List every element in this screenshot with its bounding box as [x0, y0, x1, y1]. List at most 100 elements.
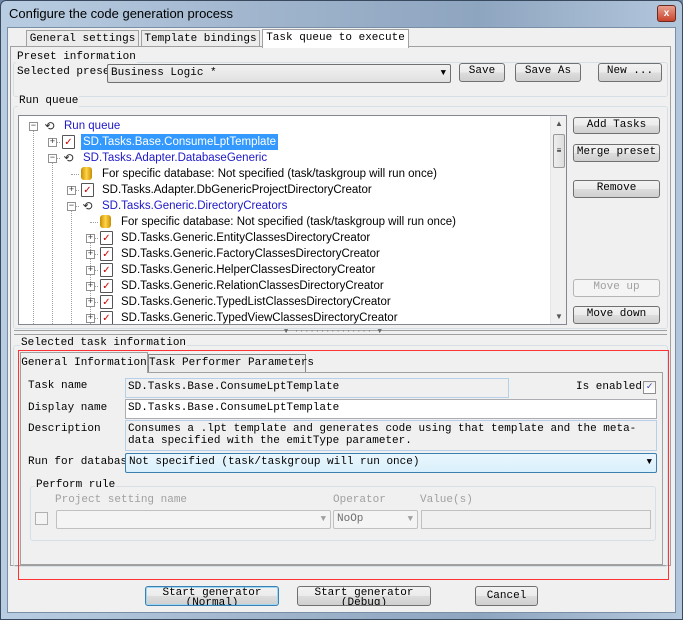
chevron-down-icon: ▼ — [407, 514, 413, 524]
tree-item-label: SD.Tasks.Base.ConsumeLptTemplate — [81, 134, 279, 150]
task-icon: ✓ — [100, 263, 113, 277]
tree-connector — [71, 174, 79, 175]
tree-item[interactable]: + ✓ SD.Tasks.Generic.FactoryClassesDirecto… — [19, 246, 549, 262]
tree-item[interactable]: + ✓ SD.Tasks.Generic.HelperClassesDirector… — [19, 262, 549, 278]
window-title: Configure the code generation process — [9, 6, 234, 21]
expand-icon[interactable]: + — [86, 282, 95, 291]
expand-icon[interactable]: + — [86, 314, 95, 323]
is-enabled-label: Is enabled — [576, 381, 643, 393]
tree-item-label: SD.Tasks.Generic.EntityClassesDirectoryC… — [121, 232, 371, 244]
start-generator-normal-button[interactable]: Start generator (Normal) — [145, 586, 279, 606]
tree-item[interactable]: − ⟲ SD.Tasks.Generic.DirectoryCreators — [19, 198, 549, 214]
task-icon: ✓ — [81, 183, 94, 197]
tree-item[interactable]: + ✓ SD.Tasks.Generic.RelationClassesDirect… — [19, 278, 549, 294]
run-queue-tree[interactable]: − ⟲ Run queue + ✓ SD.Tasks.Base.ConsumeLptTem… — [18, 115, 567, 325]
is-enabled-checkbox[interactable]: ✓ — [643, 381, 656, 394]
taskgroup-icon: ⟲ — [82, 199, 93, 213]
expand-icon[interactable]: + — [48, 138, 57, 147]
tab-task-performer-parameters[interactable]: Task Performer Parameters — [148, 354, 314, 372]
tree-item[interactable]: + ✓ SD.Tasks.Base.ConsumeLptTemplate — [19, 134, 549, 150]
tree-item-label: For specific database: Not specified (ta… — [121, 216, 456, 228]
scroll-thumb[interactable]: ≡ — [553, 134, 565, 168]
operator-value: NoOp — [337, 513, 364, 525]
tab-general-settings[interactable]: General settings — [26, 30, 139, 47]
operator-label: Operator — [333, 494, 386, 506]
new-preset-button[interactable]: New ... — [598, 63, 662, 82]
tree-item-label: For specific database: Not specified (ta… — [102, 168, 437, 180]
tree-item-label: SD.Tasks.Generic.HelperClassesDirectoryC… — [121, 264, 376, 276]
task-name-field[interactable]: SD.Tasks.Base.ConsumeLptTemplate — [125, 378, 509, 398]
scroll-down-arrow-icon[interactable]: ▼ — [555, 312, 563, 321]
expand-icon[interactable]: + — [86, 266, 95, 275]
database-icon — [81, 167, 92, 180]
taskgroup-icon: ⟲ — [63, 151, 74, 165]
add-tasks-button[interactable]: Add Tasks — [573, 117, 660, 134]
run-for-database-value: Not specified (task/taskgroup will run o… — [129, 456, 420, 468]
tree-item-label: SD.Tasks.Generic.DirectoryCreators — [102, 200, 288, 212]
expand-icon[interactable]: + — [86, 250, 95, 259]
run-for-database-combo[interactable]: Not specified (task/taskgroup will run o… — [125, 453, 657, 473]
task-name-label: Task name — [28, 380, 88, 392]
move-up-button[interactable]: Move up — [573, 279, 660, 297]
tree-scrollbar[interactable]: ▲ ≡ ▼ — [550, 116, 566, 324]
task-icon: ✓ — [100, 279, 113, 293]
expand-icon[interactable]: + — [86, 234, 95, 243]
save-button[interactable]: Save — [459, 63, 505, 82]
collapse-icon[interactable]: − — [29, 122, 38, 131]
tree-connector — [90, 222, 98, 223]
selected-task-label: Selected task information — [20, 337, 188, 349]
task-icon: ✓ — [100, 231, 113, 245]
preset-value: Business Logic * — [111, 67, 217, 79]
tree-item-label: SD.Tasks.Adapter.DbGenericProjectDirecto… — [102, 184, 372, 196]
collapse-icon[interactable]: − — [48, 154, 57, 163]
tree-item-label: SD.Tasks.Generic.RelationClassesDirector… — [121, 280, 384, 292]
scroll-up-arrow-icon[interactable]: ▲ — [555, 119, 563, 128]
project-setting-combo[interactable]: ▼ — [56, 510, 331, 529]
run-for-database-label: Run for database — [28, 456, 134, 468]
values-label: Value(s) — [420, 494, 473, 506]
perform-rule-checkbox[interactable] — [35, 512, 48, 525]
task-icon: ✓ — [100, 311, 113, 324]
tree-item[interactable]: − ⟲ Run queue — [19, 118, 549, 134]
start-generator-debug-button[interactable]: Start generator (Debug) — [297, 586, 431, 606]
tree-item-label: SD.Tasks.Adapter.DatabaseGeneric — [83, 152, 268, 164]
tree-item[interactable]: For specific database: Not specified (ta… — [19, 214, 549, 230]
tree-item[interactable]: + ✓ SD.Tasks.Generic.TypedViewClassesDirec… — [19, 310, 549, 324]
remove-button[interactable]: Remove — [573, 180, 660, 198]
merge-preset-button[interactable]: Merge preset — [573, 144, 660, 162]
display-name-field[interactable]: SD.Tasks.Base.ConsumeLptTemplate — [125, 399, 657, 419]
taskgroup-icon: ⟲ — [44, 119, 55, 133]
operator-combo[interactable]: NoOp ▼ — [333, 510, 418, 529]
tab-template-bindings[interactable]: Template bindings — [141, 30, 260, 47]
tree-item[interactable]: For specific database: Not specified (ta… — [19, 166, 549, 182]
tree-item[interactable]: + ✓ SD.Tasks.Generic.EntityClassesDirector… — [19, 230, 549, 246]
save-as-button[interactable]: Save As — [515, 63, 581, 82]
description-field[interactable]: Consumes a .lpt template and generates c… — [125, 420, 657, 451]
chevron-down-icon: ▼ — [320, 514, 326, 524]
collapse-icon[interactable]: − — [67, 202, 76, 211]
tree-item[interactable]: + ✓ SD.Tasks.Adapter.DbGenericProjectDirec… — [19, 182, 549, 198]
move-down-button[interactable]: Move down — [573, 306, 660, 324]
expand-icon[interactable]: + — [86, 298, 95, 307]
expand-icon[interactable]: + — [67, 186, 76, 195]
cancel-button[interactable]: Cancel — [475, 586, 538, 606]
chevron-down-icon: ▼ — [646, 457, 652, 467]
task-icon: ✓ — [100, 295, 113, 309]
database-icon — [100, 215, 111, 228]
tree-item[interactable]: + ✓ SD.Tasks.Generic.TypedListClassesDirec… — [19, 294, 549, 310]
task-icon: ✓ — [100, 247, 113, 261]
tree-item-label: Run queue — [64, 120, 121, 132]
values-field[interactable] — [421, 510, 651, 529]
tab-task-queue[interactable]: Task queue to execute — [262, 29, 409, 48]
run-queue-label: Run queue — [18, 95, 80, 107]
tree-item-label: SD.Tasks.Generic.TypedViewClassesDirecto… — [121, 312, 398, 324]
close-button[interactable]: x — [657, 5, 676, 22]
splitter-grip-icon[interactable]: ▼ ··············· ▼ — [284, 328, 383, 336]
tree-item[interactable]: − ⟲ SD.Tasks.Adapter.DatabaseGeneric — [19, 150, 549, 166]
selected-preset-label: Selected preset — [17, 66, 117, 78]
tab-general-information[interactable]: General Information — [20, 352, 148, 373]
preset-combo[interactable]: Business Logic * ▼ — [107, 64, 451, 83]
tree-item-label: SD.Tasks.Generic.TypedListClassesDirecto… — [121, 296, 391, 308]
chevron-down-icon: ▼ — [440, 68, 446, 78]
tree-item-label: SD.Tasks.Generic.FactoryClassesDirectory… — [121, 248, 380, 260]
